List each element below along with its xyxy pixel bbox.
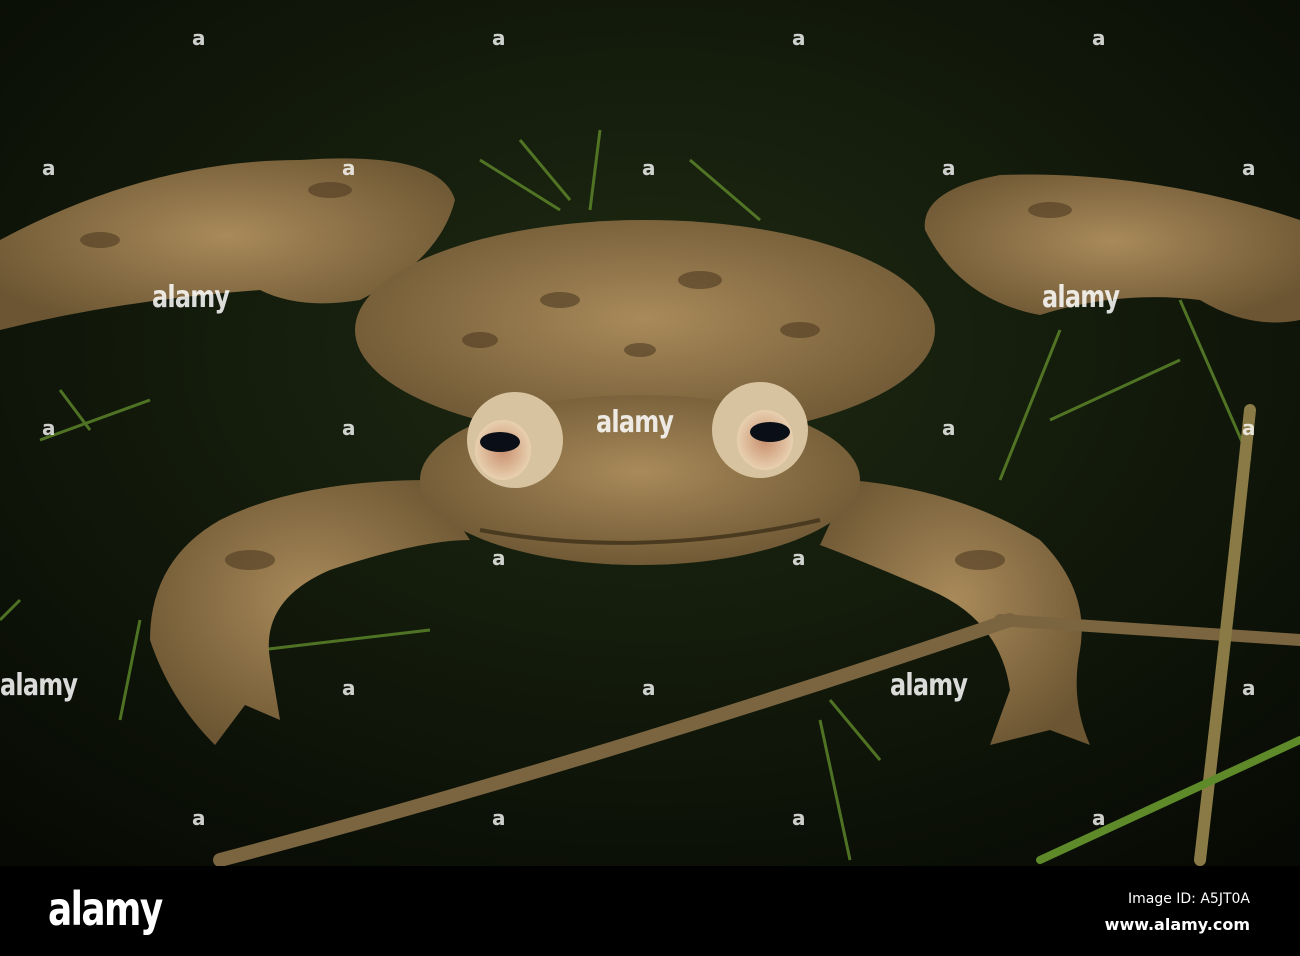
watermark-mark: a [192,26,206,50]
watermark-text: alamy [0,668,78,703]
watermark-mark: a [192,806,206,830]
watermark-mark: a [942,416,956,440]
watermark-mark: a [1092,806,1106,830]
watermark-text: alamy [1042,280,1120,315]
watermark-mark: a [792,26,806,50]
footer-bar: alamy Image ID: A5JT0A www.alamy.com [0,866,1300,956]
watermark-mark: a [42,416,56,440]
watermark-mark: a [42,156,56,180]
image-id: Image ID: A5JT0A [1127,891,1250,907]
watermark-mark: a [792,806,806,830]
watermark-mark: a [1242,676,1256,700]
watermark-mark: a [642,156,656,180]
watermark-mark: a [342,156,356,180]
watermark-mark: a [492,806,506,830]
watermark-mark: a [492,26,506,50]
watermark-text: alamy [890,668,968,703]
alamy-logo: alamy [48,882,163,936]
watermark-mark: a [1242,416,1256,440]
watermark-mark: a [1242,156,1256,180]
watermark-text: alamy [152,280,230,315]
watermark-mark: a [792,546,806,570]
watermark-mark: a [642,676,656,700]
watermark-mark: a [492,546,506,570]
watermark-mark: a [342,416,356,440]
watermark-text: alamy [596,405,674,440]
watermark-mark: a [1092,26,1106,50]
site-link[interactable]: www.alamy.com [1105,915,1250,934]
watermark-mark: a [342,676,356,700]
watermark-mark: a [942,156,956,180]
